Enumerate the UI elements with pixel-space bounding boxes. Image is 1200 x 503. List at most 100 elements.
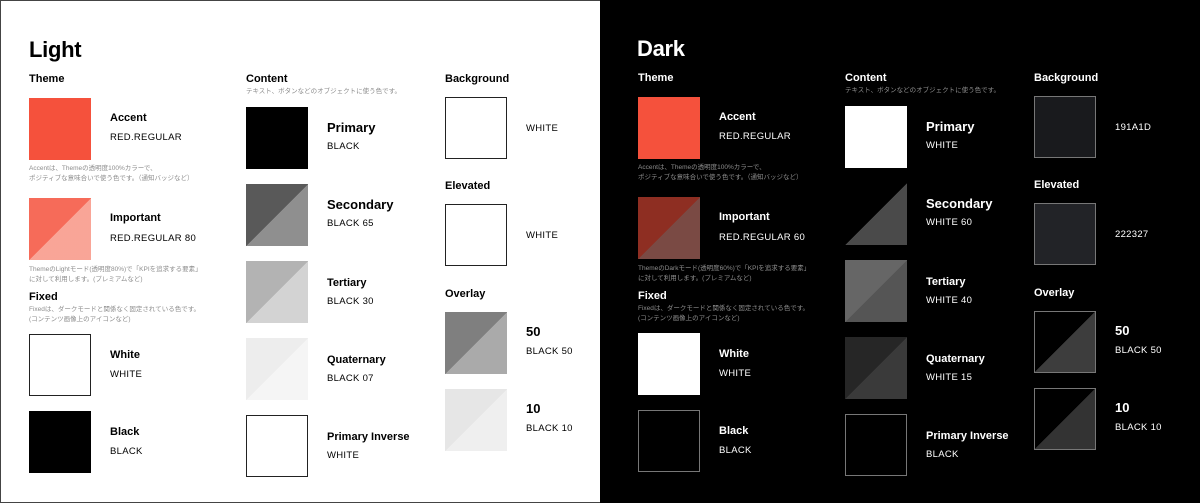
important-code: RED.REGULAR 60 xyxy=(719,232,806,243)
background-code: WHITE xyxy=(526,123,559,134)
fixed-desc-1: Fixedは、ダークモードと関係なく固定されている色です。 xyxy=(29,306,201,313)
overlay-50-swatch xyxy=(1034,311,1096,373)
accent-name: Accent xyxy=(110,112,147,124)
fixed-white-swatch xyxy=(638,333,700,395)
quaternary-name: Quaternary xyxy=(926,353,985,365)
fixed-white-swatch xyxy=(29,334,91,396)
overlay-10-code: BLACK 10 xyxy=(1115,422,1162,433)
fixed-desc-2: (コンテンツ画像上のアイコンなど) xyxy=(29,316,131,323)
accent-desc-2: ポジティブな意味合いで使う色です。（通知バッジなど） xyxy=(638,174,803,181)
secondary-swatch xyxy=(845,183,907,245)
background-heading: Background xyxy=(1034,72,1099,84)
secondary-name: Secondary xyxy=(327,197,394,212)
important-code: RED.REGULAR 80 xyxy=(110,233,197,244)
quaternary-swatch xyxy=(246,338,308,400)
panel-title: Light xyxy=(29,37,82,62)
content-heading: Content xyxy=(246,73,288,85)
accent-desc-2: ポジティブな意味合いで使う色です。（通知バッジなど） xyxy=(29,175,194,182)
overlay-10-code: BLACK 10 xyxy=(526,423,573,434)
background-code: 191A1D xyxy=(1115,122,1152,133)
important-swatch xyxy=(29,198,91,260)
fixed-desc-1: Fixedは、ダークモードと関係なく固定されている色です。 xyxy=(638,305,810,312)
overlay-50-name: 50 xyxy=(526,324,541,339)
overlay-10-swatch xyxy=(1034,388,1096,450)
elevated-code: WHITE xyxy=(526,230,559,241)
quaternary-code: WHITE 15 xyxy=(926,372,973,383)
fixed-black-swatch xyxy=(29,411,91,473)
accent-desc-1: Accentは、Themeの透明度100%カラーで、 xyxy=(29,165,157,172)
fixed-desc-2: (コンテンツ画像上のアイコンなど) xyxy=(638,315,740,322)
tertiary-code: WHITE 40 xyxy=(926,295,973,306)
fixed-heading: Fixed xyxy=(29,291,58,303)
tertiary-swatch xyxy=(246,261,308,323)
theme-heading: Theme xyxy=(29,73,65,85)
important-desc-1: ThemeのLightモード(透明度80%)で「KPIを追求する要素」 xyxy=(29,266,202,273)
accent-swatch xyxy=(29,98,91,160)
background-swatch xyxy=(445,97,507,159)
primary-name: Primary xyxy=(926,119,975,134)
fixed-heading: Fixed xyxy=(638,290,667,302)
overlay-50-code: BLACK 50 xyxy=(1115,345,1162,356)
overlay-heading: Overlay xyxy=(445,288,486,300)
important-swatch xyxy=(638,197,700,259)
primary-code: WHITE xyxy=(926,140,959,151)
accent-desc-1: Accentは、Themeの透明度100%カラーで、 xyxy=(638,164,766,171)
important-desc-1: ThemeのDarkモード(透明度60%)で「KPIを追求する要素」 xyxy=(638,265,811,272)
elevated-heading: Elevated xyxy=(1034,179,1080,191)
fixed-white-name: White xyxy=(719,348,749,360)
content-desc: テキスト、ボタンなどのオブジェクトに使う色です。 xyxy=(246,88,402,95)
fixed-black-name: Black xyxy=(110,426,140,438)
dark-panel: Dark Theme Accent RED.REGULAR Accentは、Th… xyxy=(600,0,1200,503)
elevated-code: 222327 xyxy=(1115,229,1149,240)
inverse-name: Primary Inverse xyxy=(327,431,410,443)
elevated-swatch xyxy=(445,204,507,266)
fixed-white-name: White xyxy=(110,349,140,361)
primary-swatch xyxy=(845,106,907,168)
primary-code: BLACK xyxy=(327,141,360,152)
quaternary-code: BLACK 07 xyxy=(327,373,374,384)
primary-name: Primary xyxy=(327,120,376,135)
important-desc-2: に対して利用します。(プレミアムなど) xyxy=(638,275,752,282)
important-name: Important xyxy=(110,212,161,224)
fixed-black-swatch xyxy=(638,410,700,472)
background-swatch xyxy=(1034,96,1096,158)
tertiary-swatch xyxy=(845,260,907,322)
secondary-code: WHITE 60 xyxy=(926,217,973,228)
secondary-swatch xyxy=(246,184,308,246)
background-heading: Background xyxy=(445,73,510,85)
inverse-swatch xyxy=(845,414,907,476)
elevated-heading: Elevated xyxy=(445,180,491,192)
accent-swatch xyxy=(638,97,700,159)
elevated-swatch xyxy=(1034,203,1096,265)
overlay-10-swatch xyxy=(445,389,507,451)
accent-name: Accent xyxy=(719,111,756,123)
secondary-name: Secondary xyxy=(926,196,993,211)
tertiary-code: BLACK 30 xyxy=(327,296,374,307)
fixed-white-code: WHITE xyxy=(719,368,752,379)
fixed-black-name: Black xyxy=(719,425,749,437)
tertiary-name: Tertiary xyxy=(327,277,367,289)
overlay-50-name: 50 xyxy=(1115,323,1130,338)
important-name: Important xyxy=(719,211,770,223)
accent-code: RED.REGULAR xyxy=(719,131,791,142)
overlay-50-code: BLACK 50 xyxy=(526,346,573,357)
primary-swatch xyxy=(246,107,308,169)
inverse-name: Primary Inverse xyxy=(926,430,1009,442)
inverse-code: WHITE xyxy=(327,450,360,461)
panel-title: Dark xyxy=(637,36,685,61)
quaternary-swatch xyxy=(845,337,907,399)
theme-heading: Theme xyxy=(638,72,674,84)
overlay-50-swatch xyxy=(445,312,507,374)
fixed-black-code: BLACK xyxy=(110,446,143,457)
overlay-10-name: 10 xyxy=(526,401,541,416)
secondary-code: BLACK 65 xyxy=(327,218,374,229)
fixed-white-code: WHITE xyxy=(110,369,143,380)
accent-code: RED.REGULAR xyxy=(110,132,182,143)
important-desc-2: に対して利用します。(プレミアムなど) xyxy=(29,276,143,283)
fixed-black-code: BLACK xyxy=(719,445,752,456)
inverse-code: BLACK xyxy=(926,449,959,460)
content-heading: Content xyxy=(845,72,887,84)
tertiary-name: Tertiary xyxy=(926,276,966,288)
inverse-swatch xyxy=(246,415,308,477)
overlay-heading: Overlay xyxy=(1034,287,1075,299)
